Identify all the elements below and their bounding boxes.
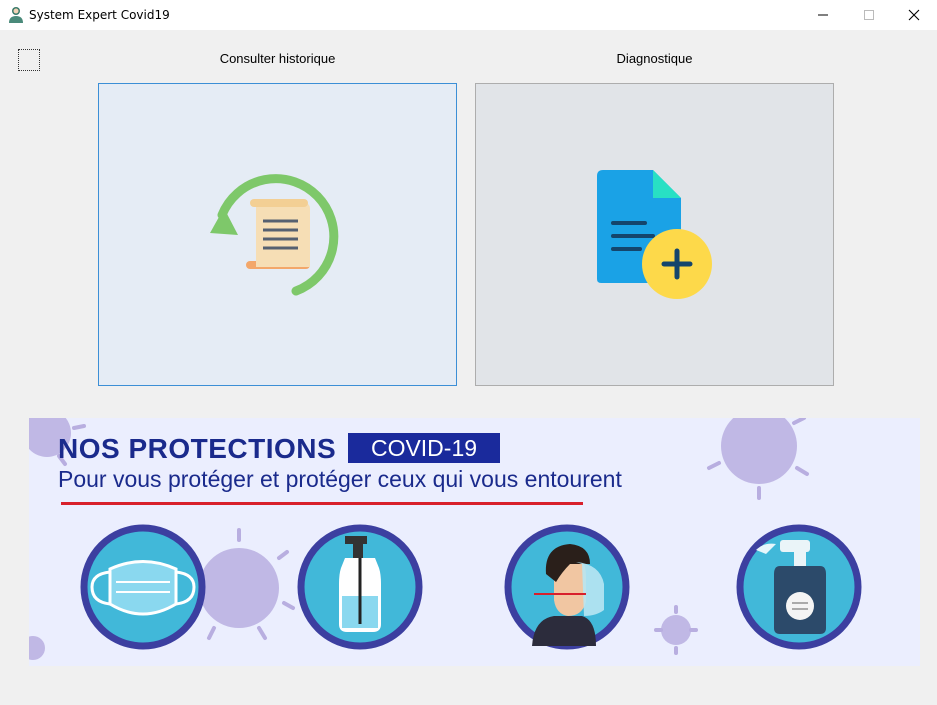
covid-protection-banner: NOS PROTECTIONS COVID-19 Pour vous proté…: [29, 418, 920, 666]
hand-sanitizer-icon: [297, 524, 423, 650]
banner-title: NOS PROTECTIONS: [58, 433, 337, 464]
app-doctor-icon: [9, 7, 23, 23]
minimize-button[interactable]: [800, 0, 846, 30]
minimize-icon: [818, 14, 828, 16]
banner-underline: [61, 502, 583, 505]
diagnostic-button[interactable]: [475, 83, 834, 386]
history-document-icon: [210, 174, 339, 296]
add-document-icon: [597, 170, 712, 299]
banner-subtitle: Pour vous protéger et protéger ceux qui …: [58, 466, 622, 492]
history-label: Consulter historique: [219, 51, 336, 66]
diagnostic-label: Diagnostique: [616, 51, 693, 66]
face-shield-icon: [504, 524, 630, 650]
maximize-button[interactable]: [846, 0, 892, 30]
window-title: System Expert Covid19: [29, 8, 170, 22]
close-button[interactable]: [891, 0, 937, 30]
history-button[interactable]: [98, 83, 457, 386]
title-bar: System Expert Covid19: [0, 0, 937, 30]
disinfectant-spray-icon: [736, 524, 862, 650]
maximize-icon: [864, 10, 874, 20]
close-icon: [908, 9, 920, 21]
option-checkbox[interactable]: [18, 49, 40, 71]
face-mask-icon: [80, 524, 206, 650]
banner-tag: COVID-19: [348, 433, 500, 463]
